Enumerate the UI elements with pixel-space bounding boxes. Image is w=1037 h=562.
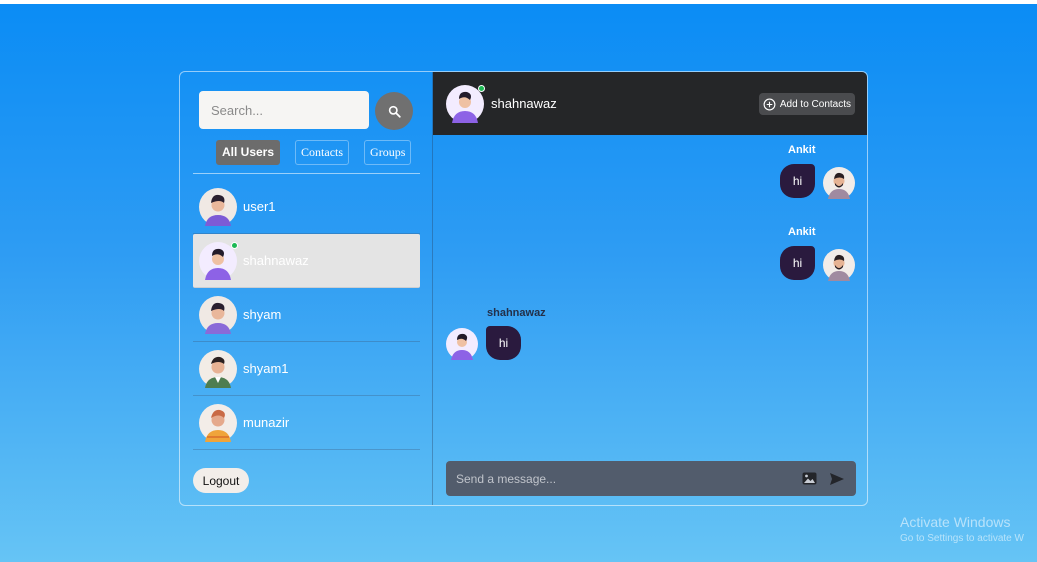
user-name: shyam1 xyxy=(243,361,289,376)
user-name: shyam xyxy=(243,307,282,322)
add-circle-icon xyxy=(763,98,776,110)
chat-header-avatar xyxy=(446,84,485,123)
user-name: shahnawaz xyxy=(243,253,309,268)
user-list-item-shahnawaz[interactable]: shahnawaz xyxy=(193,234,420,288)
message-input[interactable] xyxy=(446,471,800,486)
windows-activation-watermark: Activate Windows Go to Settings to activ… xyxy=(900,514,1024,544)
message-bubble: hi xyxy=(780,246,815,280)
avatar xyxy=(199,349,237,388)
watermark-subtitle: Go to Settings to activate W xyxy=(900,533,1024,544)
chat-panel: shahnawaz Add to Contacts Ankit hi Ankit… xyxy=(433,72,867,505)
avatar xyxy=(823,167,855,199)
user-list: user1 shahnawaz shyam shyam1 munazir xyxy=(193,180,420,450)
search-icon xyxy=(388,105,401,118)
logout-button[interactable]: Logout xyxy=(193,468,249,493)
window-top-border xyxy=(0,0,1037,4)
online-status-dot xyxy=(478,84,485,92)
chat-header-name: shahnawaz xyxy=(491,96,557,111)
user-list-item-munazir[interactable]: munazir xyxy=(193,396,420,450)
avatar xyxy=(199,187,237,226)
sidebar-divider xyxy=(193,173,420,174)
message-composer xyxy=(446,461,856,496)
message-sender: Ankit xyxy=(788,144,816,156)
message-bubble: hi xyxy=(486,326,521,360)
avatar xyxy=(199,403,237,442)
message-sender: shahnawaz xyxy=(487,307,546,319)
user-list-item-user1[interactable]: user1 xyxy=(193,180,420,234)
avatar xyxy=(199,295,237,334)
watermark-title: Activate Windows xyxy=(900,514,1011,530)
avatar xyxy=(199,241,238,280)
tab-contacts[interactable]: Contacts xyxy=(295,140,350,165)
avatar xyxy=(823,249,855,281)
search-input[interactable] xyxy=(199,91,369,129)
user-list-item-shyam[interactable]: shyam xyxy=(193,288,420,342)
send-icon xyxy=(830,472,844,485)
online-status-dot xyxy=(231,241,238,249)
user-filter-tabs: All Users Contacts Groups xyxy=(216,140,412,165)
user-list-item-shyam1[interactable]: shyam1 xyxy=(193,342,420,396)
add-to-contacts-label: Add to Contacts xyxy=(779,98,851,110)
chat-app: All Users Contacts Groups user1 xyxy=(179,71,868,506)
add-to-contacts-button[interactable]: Add to Contacts xyxy=(758,93,855,115)
avatar xyxy=(446,328,478,360)
attach-image-button[interactable] xyxy=(800,470,818,488)
user-name: munazir xyxy=(243,415,290,430)
image-icon xyxy=(802,472,816,485)
tab-groups[interactable]: Groups xyxy=(364,140,412,165)
sidebar: All Users Contacts Groups user1 xyxy=(180,72,433,505)
send-button[interactable] xyxy=(828,470,846,488)
user-name: user1 xyxy=(243,199,276,214)
message-bubble: hi xyxy=(780,164,815,198)
chat-header: shahnawaz Add to Contacts xyxy=(433,72,867,135)
message-sender: Ankit xyxy=(788,226,816,238)
search-button[interactable] xyxy=(375,92,413,130)
tab-all-users[interactable]: All Users xyxy=(216,140,281,165)
